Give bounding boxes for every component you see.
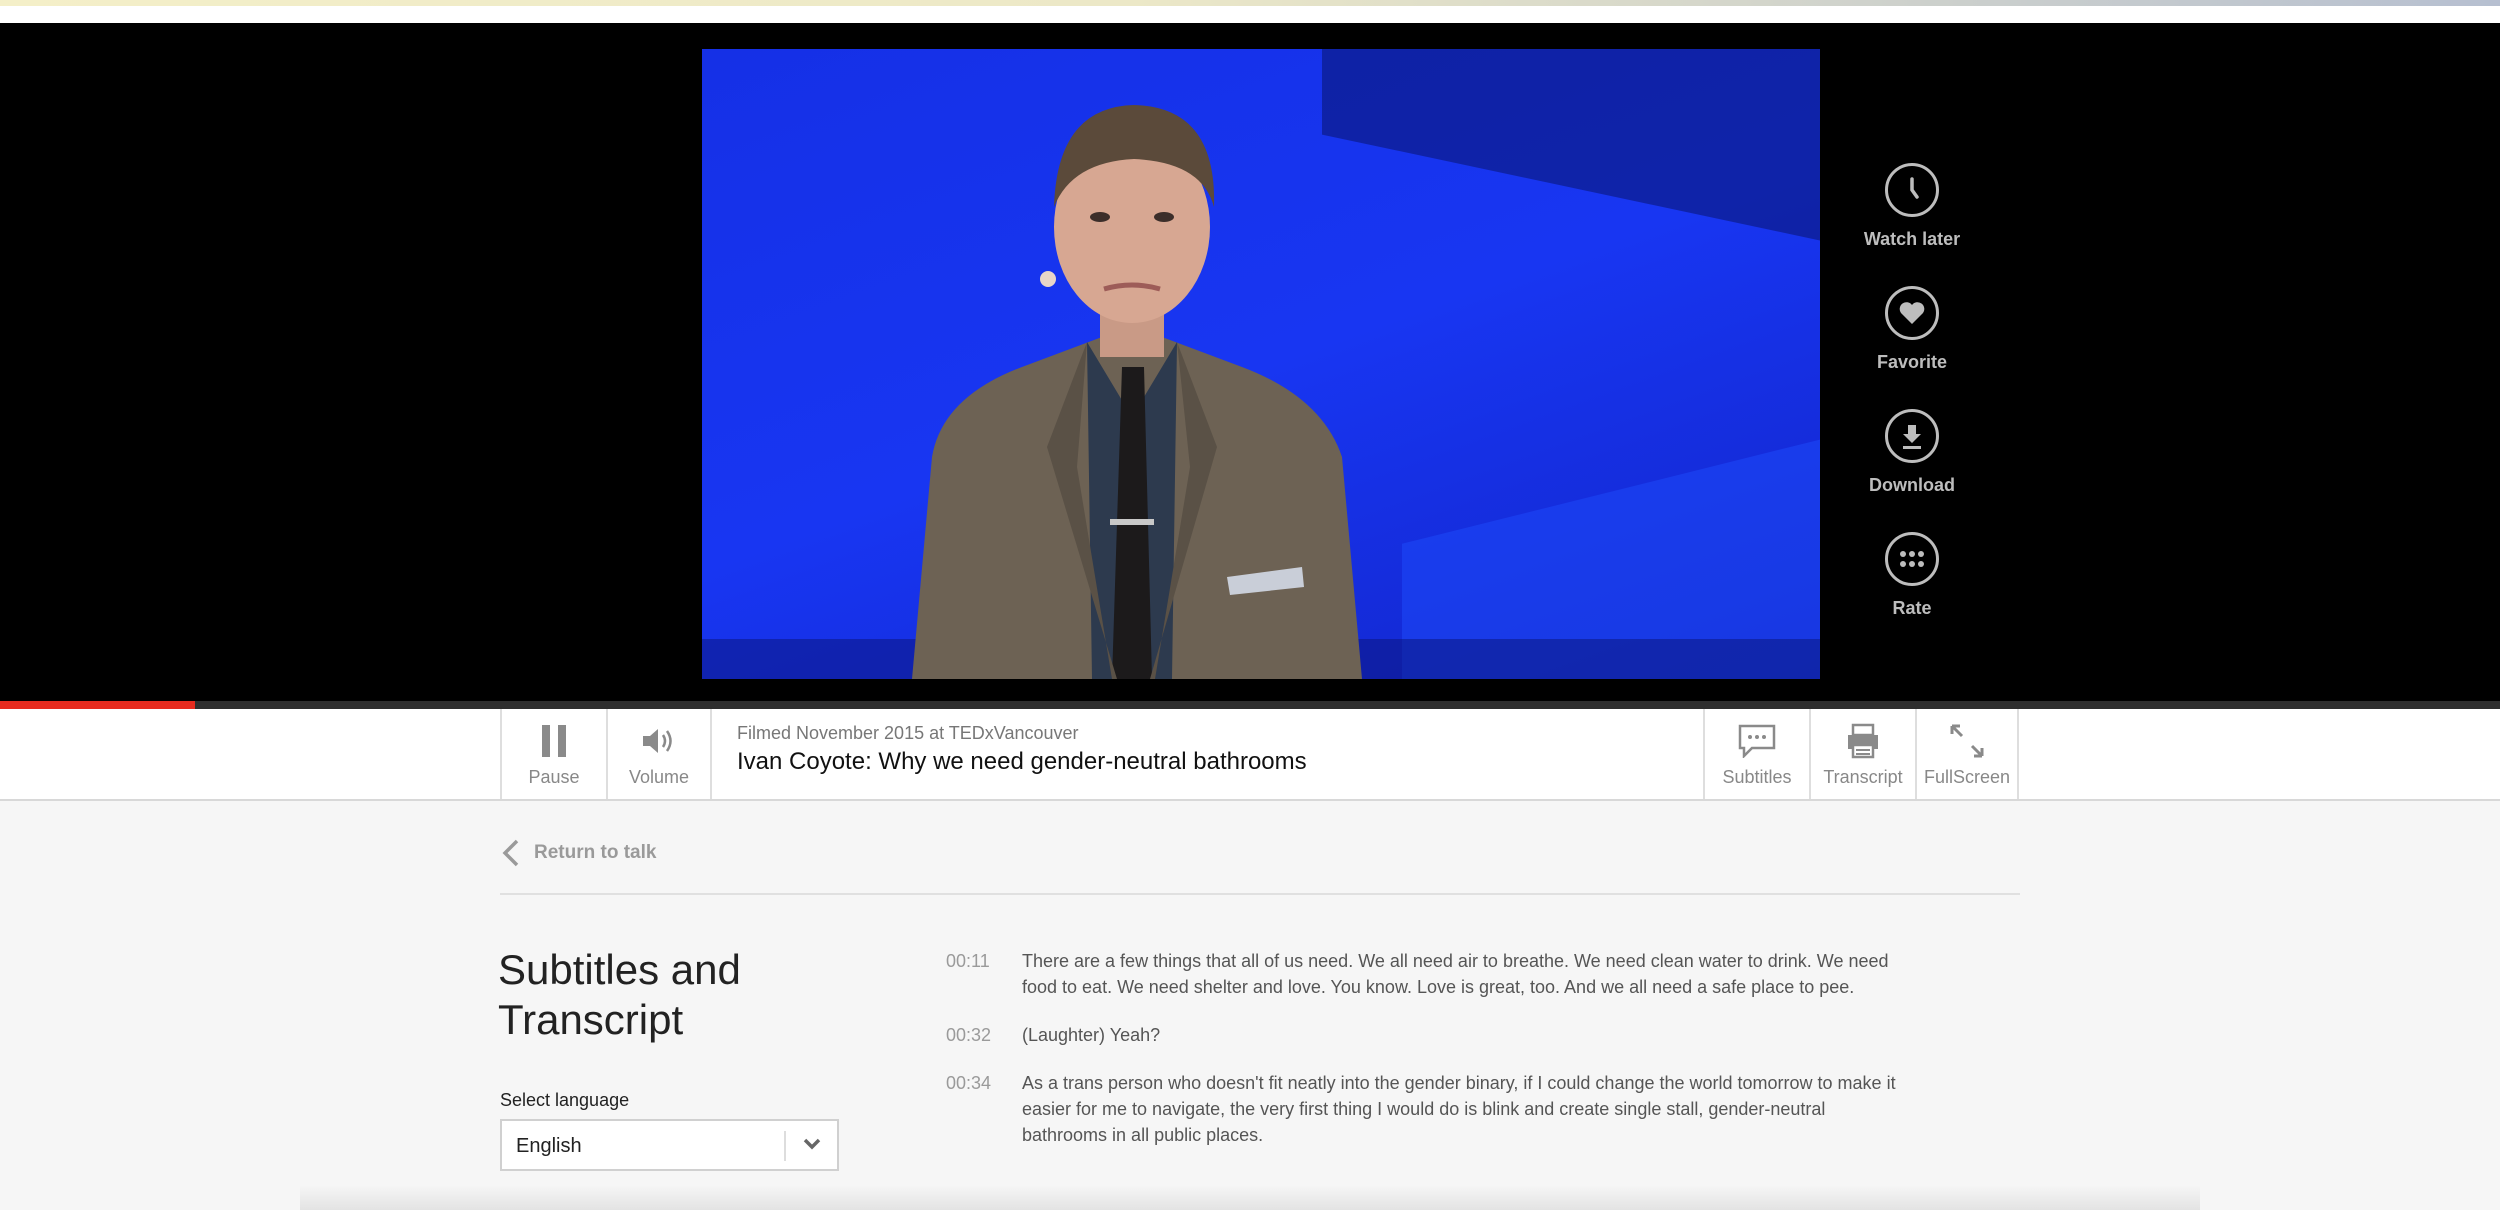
- volume-icon: [641, 721, 677, 761]
- volume-label: Volume: [628, 766, 690, 787]
- clock-icon: [1885, 163, 1939, 217]
- transcript-label: Transcript: [1823, 766, 1903, 787]
- document-icon: [1846, 721, 1880, 761]
- transcript-timestamp: 00:11: [946, 951, 990, 971]
- transcript-button[interactable]: Transcript: [1809, 709, 1915, 799]
- favorite-button[interactable]: Favorite: [1852, 286, 1972, 373]
- dots-icon: [1885, 532, 1939, 586]
- transcript-text: (Laughter) Yeah?: [1022, 1025, 1161, 1045]
- download-button[interactable]: Download: [1852, 409, 1972, 496]
- language-select-label: Select language: [500, 1090, 630, 1110]
- watch-later-button[interactable]: Watch later: [1852, 163, 1972, 250]
- return-label: Return to talk: [534, 842, 657, 863]
- pause-button[interactable]: Pause: [500, 709, 606, 799]
- video-progress-bar[interactable]: [0, 701, 2500, 709]
- transcript-timestamp: 00:34: [946, 1073, 992, 1093]
- speech-bubble-icon: [1738, 721, 1776, 761]
- transcript-text: There are a few things that all of us ne…: [1022, 951, 1889, 997]
- transcript-list: 00:11 There are a few things that all of…: [946, 948, 1896, 1170]
- fullscreen-button[interactable]: FullScreen: [1915, 709, 2019, 799]
- chevron-down-icon: [803, 1138, 821, 1150]
- background-band: [1322, 49, 1820, 284]
- expand-icon: [1949, 721, 1985, 761]
- transcript-paragraph[interactable]: 00:11 There are a few things that all of…: [946, 948, 1896, 1000]
- video-frame[interactable]: [702, 49, 1820, 679]
- volume-button[interactable]: Volume: [606, 709, 710, 799]
- fullscreen-label: FullScreen: [1923, 766, 2011, 787]
- page-top-bar: [0, 6, 2500, 23]
- speaker-figure: [912, 105, 1362, 679]
- download-label: Download: [1869, 475, 1955, 495]
- video-stage: Watch later Favorite Download Rate: [0, 23, 2500, 701]
- talk-info-text: Filmed November 2015 at TEDxVancouver Iv…: [737, 723, 1307, 776]
- transcript-paragraph[interactable]: 00:34 As a trans person who doesn't fit …: [946, 1070, 1896, 1148]
- chevron-left-icon: [502, 839, 519, 867]
- select-separator: [784, 1131, 786, 1161]
- watch-later-label: Watch later: [1863, 229, 1961, 249]
- pause-icon: [539, 721, 569, 761]
- heart-icon: [1885, 286, 1939, 340]
- background-band-light: [1402, 394, 1820, 679]
- video-progress-fill: [0, 701, 195, 709]
- transcript-text: As a trans person who doesn't fit neatly…: [1022, 1073, 1896, 1145]
- talk-title[interactable]: Ivan Coyote: Why we need gender-neutral …: [737, 748, 1307, 776]
- transcript-timestamp: 00:32: [946, 1025, 992, 1045]
- favorite-label: Favorite: [1876, 352, 1948, 372]
- return-to-talk-link[interactable]: Return to talk: [500, 838, 656, 868]
- selected-language: English: [516, 1135, 582, 1157]
- transcript-paragraph[interactable]: 00:32 (Laughter) Yeah?: [946, 1022, 1896, 1048]
- subtitles-button[interactable]: Subtitles: [1703, 709, 1809, 799]
- bottom-shadow: [300, 1185, 2200, 1210]
- section-divider: [500, 893, 2020, 895]
- page-title: Subtitles and Transcript: [498, 946, 741, 1043]
- player-controls: Pause Volume Filmed November 2015 at TED…: [0, 709, 2500, 801]
- side-actions: Watch later Favorite Download Rate: [1852, 163, 1972, 655]
- rate-label: Rate: [1892, 598, 1932, 618]
- download-icon: [1885, 409, 1939, 463]
- pause-label: Pause: [528, 766, 580, 787]
- subtitles-label: Subtitles: [1722, 766, 1792, 787]
- rate-button[interactable]: Rate: [1852, 532, 1972, 619]
- language-select[interactable]: English: [500, 1119, 839, 1171]
- filmed-info: Filmed November 2015 at TEDxVancouver: [737, 723, 1079, 743]
